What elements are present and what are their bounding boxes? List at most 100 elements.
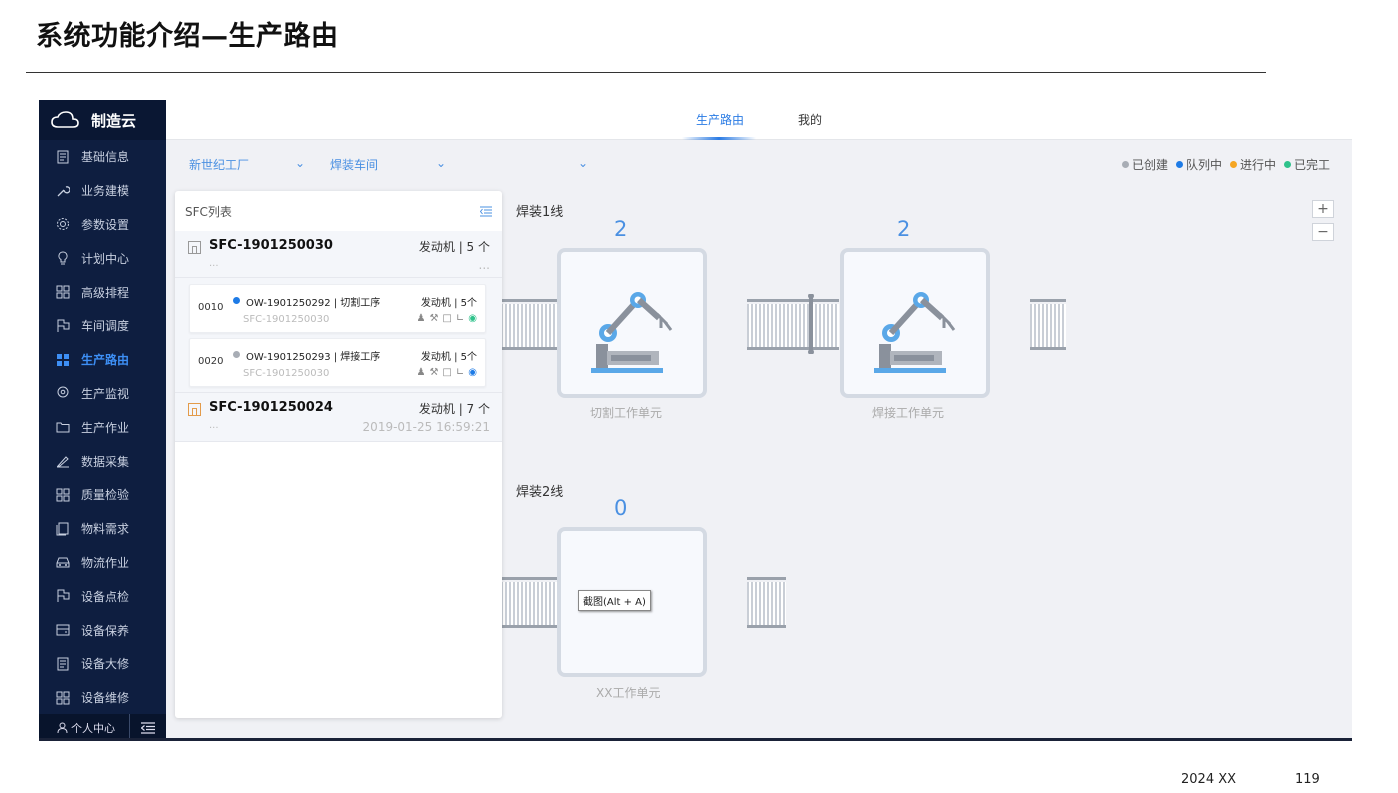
location-icon bbox=[56, 386, 70, 400]
sidebar-item-label: 设备大修 bbox=[81, 657, 130, 672]
sidebar-item-9[interactable]: 生产作业 bbox=[39, 410, 166, 444]
footer-year: 2024 XX bbox=[1181, 772, 1237, 787]
sfc-row[interactable]: SFC-1901250030 发动机 | 5 个 ... ... bbox=[175, 231, 502, 278]
operation-card[interactable]: 0010 OW-1901250292 | 切割工序 发动机 | 5个 SFC-1… bbox=[189, 284, 486, 333]
page-number: 119 bbox=[1295, 772, 1320, 787]
sfc-sub: ... bbox=[209, 258, 219, 269]
sidebar-item-2[interactable]: 业务建模 bbox=[39, 174, 166, 208]
legend-dot bbox=[1121, 161, 1129, 168]
unit-count: 0 bbox=[614, 496, 628, 520]
unit-count: 2 bbox=[897, 217, 911, 241]
line-2-label: 焊装2线 bbox=[516, 485, 564, 500]
sidebar-item-8[interactable]: 生产监视 bbox=[39, 377, 166, 411]
tab-mine[interactable]: 我的 bbox=[798, 100, 822, 140]
sfc-date: ... bbox=[478, 258, 490, 272]
sidebar-item-17[interactable]: 设备维修 bbox=[39, 681, 166, 715]
title-divider bbox=[26, 72, 1266, 73]
sidebar-item-label: 生产路由 bbox=[81, 353, 130, 368]
sfc-meta: 发动机 | 5 个 bbox=[418, 240, 490, 254]
chevron-down-icon[interactable]: ⌄ bbox=[578, 156, 588, 170]
list-menu-icon[interactable] bbox=[480, 206, 492, 217]
grid-filled-icon bbox=[56, 353, 70, 367]
sidebar-item-13[interactable]: 物流作业 bbox=[39, 546, 166, 580]
legend-dot bbox=[1175, 161, 1183, 168]
sidebar-item-12[interactable]: 物料需求 bbox=[39, 512, 166, 546]
zoom-out-button[interactable]: − bbox=[1312, 223, 1334, 241]
signal-icon[interactable]: ∟ bbox=[456, 313, 464, 324]
bulb-icon bbox=[56, 251, 70, 265]
tool-icon[interactable]: ⚒ bbox=[429, 367, 438, 378]
op-seq: 0010 bbox=[198, 302, 224, 313]
personal-center-button[interactable]: 个人中心 bbox=[39, 714, 130, 741]
sfc-meta: 发动机 | 7 个 bbox=[418, 402, 490, 416]
sidebar: 制造云 基础信息业务建模 参数设置计划中心高级排程 车间调度生产路由生产监视生产作业… bbox=[39, 100, 166, 741]
tool-icon[interactable]: ⚒ bbox=[429, 313, 438, 324]
legend-dot bbox=[1229, 161, 1237, 168]
location-pin-icon[interactable]: ◉ bbox=[468, 367, 477, 378]
user-icon bbox=[57, 722, 68, 733]
folder-icon[interactable]: □ bbox=[442, 313, 451, 324]
signal-icon[interactable]: ∟ bbox=[456, 367, 464, 378]
line-1-label: 焊装1线 bbox=[516, 205, 564, 220]
sidebar-item-14[interactable]: 设备点检 bbox=[39, 579, 166, 613]
work-unit-welding[interactable] bbox=[840, 248, 990, 398]
unit-name: 焊接工作单元 bbox=[872, 406, 945, 420]
flag-icon bbox=[56, 589, 70, 603]
sidebar-item-6[interactable]: 车间调度 bbox=[39, 309, 166, 343]
brand-logo[interactable]: 制造云 bbox=[39, 100, 166, 140]
pen-icon bbox=[56, 454, 70, 468]
chevron-down-icon[interactable]: ⌄ bbox=[436, 156, 446, 170]
document-icon bbox=[56, 657, 70, 671]
sidebar-collapse-button[interactable] bbox=[130, 721, 166, 734]
op-title: OW-1901250292 | 切割工序 bbox=[246, 298, 381, 309]
folder-icon[interactable]: □ bbox=[442, 367, 451, 378]
sidebar-item-15[interactable]: 设备保养 bbox=[39, 613, 166, 647]
chevron-down-icon[interactable]: ⌄ bbox=[295, 156, 305, 170]
work-unit-cutting[interactable] bbox=[557, 248, 707, 398]
factory-select[interactable]: 新世纪工厂 bbox=[189, 156, 249, 173]
screenshot-tooltip: 截图(Alt + A) bbox=[578, 590, 651, 611]
menu-collapse-icon bbox=[141, 721, 155, 734]
order-flag-icon bbox=[188, 403, 201, 416]
sidebar-item-3[interactable]: 参数设置 bbox=[39, 208, 166, 242]
sfc-code: SFC-1901250024 bbox=[209, 400, 333, 415]
sidebar-item-11[interactable]: 质量检验 bbox=[39, 478, 166, 512]
legend-label: 队列中 bbox=[1185, 158, 1222, 172]
line-select[interactable] bbox=[459, 156, 589, 172]
op-title: OW-1901250293 | 焊接工序 bbox=[246, 352, 381, 363]
sidebar-item-label: 计划中心 bbox=[81, 251, 130, 266]
legend-dot bbox=[1283, 161, 1291, 168]
status-dot bbox=[233, 297, 240, 304]
tab-production-route[interactable]: 生产路由 bbox=[696, 100, 744, 140]
op-qty: 发动机 | 5个 bbox=[420, 298, 477, 309]
cloud-icon bbox=[51, 111, 79, 128]
person-icon[interactable]: ♟ bbox=[416, 367, 425, 378]
zoom-in-button[interactable]: + bbox=[1312, 200, 1334, 218]
sidebar-item-4[interactable]: 计划中心 bbox=[39, 241, 166, 275]
sidebar-item-7[interactable]: 生产路由 bbox=[39, 343, 166, 377]
sfc-row[interactable]: SFC-1901250024 发动机 | 7 个 ... 2019-01-25 … bbox=[175, 393, 502, 442]
operation-list: 0010 OW-1901250292 | 切割工序 发动机 | 5个 SFC-1… bbox=[175, 278, 502, 393]
sidebar-item-10[interactable]: 数据采集 bbox=[39, 444, 166, 478]
robot-arm-icon bbox=[591, 292, 673, 373]
workshop-select[interactable]: 焊装车间 bbox=[330, 156, 378, 173]
op-sfc: SFC-1901250030 bbox=[243, 314, 330, 325]
sidebar-item-label: 数据采集 bbox=[81, 454, 130, 469]
sidebar-item-1[interactable]: 基础信息 bbox=[39, 140, 166, 174]
brand-name: 制造云 bbox=[91, 111, 137, 130]
sfc-code: SFC-1901250030 bbox=[209, 238, 333, 253]
op-sfc: SFC-1901250030 bbox=[243, 368, 330, 379]
sidebar-item-16[interactable]: 设备大修 bbox=[39, 647, 166, 681]
sidebar-item-label: 生产作业 bbox=[81, 420, 130, 435]
location-pin-icon[interactable]: ◉ bbox=[468, 313, 477, 324]
sidebar-item-label: 生产监视 bbox=[81, 386, 130, 401]
sidebar-item-label: 设备点检 bbox=[81, 589, 130, 604]
sidebar-item-label: 基础信息 bbox=[81, 150, 130, 165]
flag-icon bbox=[56, 319, 70, 333]
operation-card[interactable]: 0020 OW-1901250293 | 焊接工序 发动机 | 5个 SFC-1… bbox=[189, 338, 486, 387]
person-icon[interactable]: ♟ bbox=[416, 313, 425, 324]
legend-label: 已完工 bbox=[1293, 158, 1330, 172]
panel-title: SFC列表 bbox=[185, 204, 232, 219]
sidebar-item-5[interactable]: 高级排程 bbox=[39, 275, 166, 309]
car-icon bbox=[56, 555, 70, 569]
